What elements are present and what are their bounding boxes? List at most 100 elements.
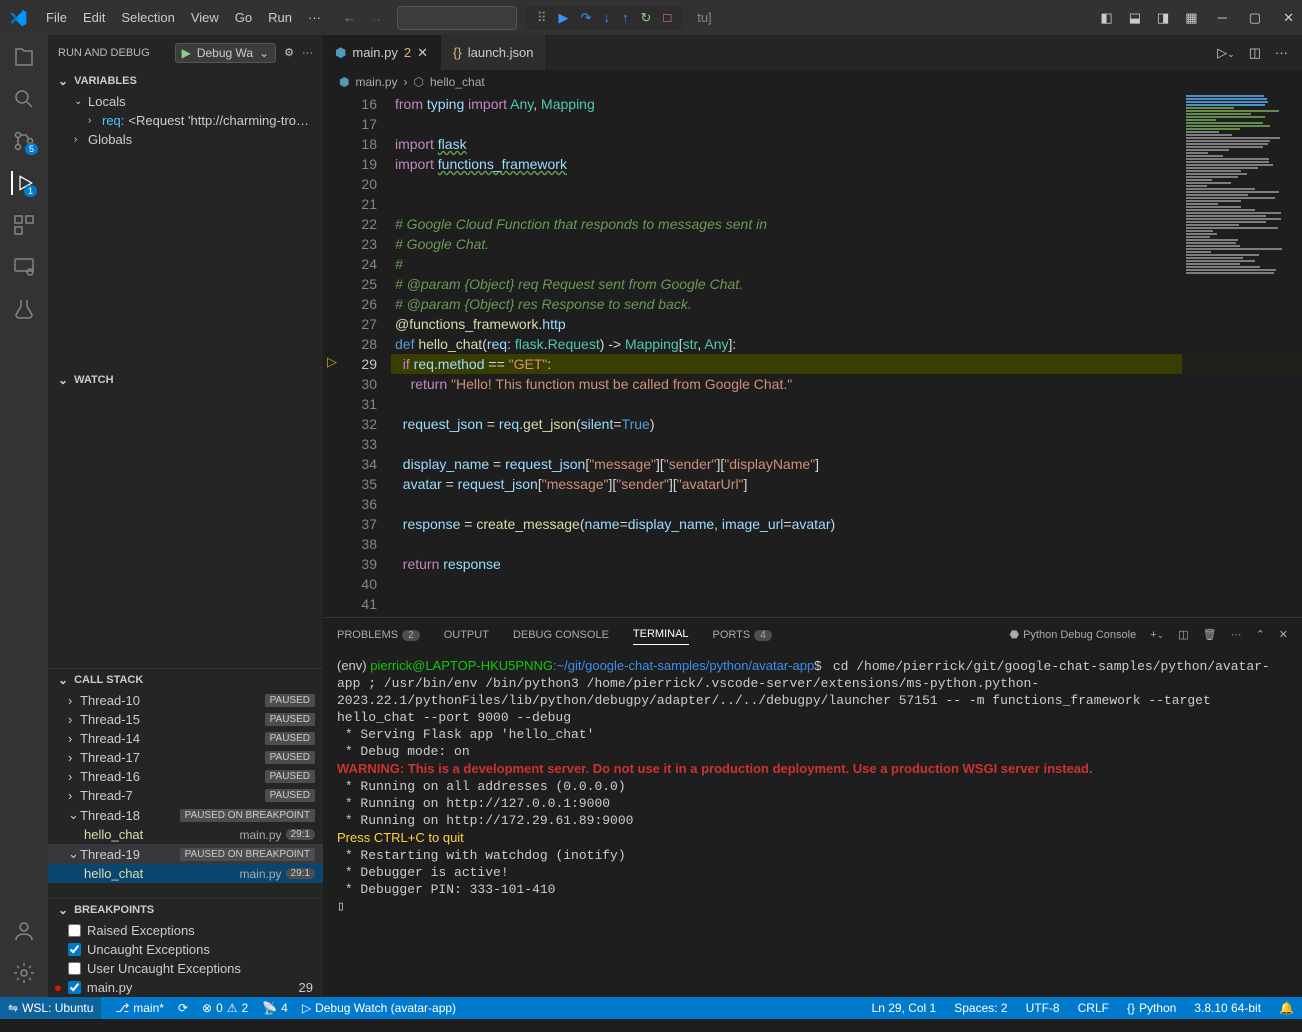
close-panel-icon[interactable]: ✕	[1279, 628, 1288, 641]
breadcrumb[interactable]: ⬢ main.py › ⬡ hello_chat	[323, 70, 1302, 94]
more-icon[interactable]: ···	[302, 47, 313, 59]
thread-row[interactable]: ›Thread-14PAUSED	[48, 729, 323, 748]
panel-tab-problems[interactable]: PROBLEMS2	[337, 625, 420, 645]
menu-edit[interactable]: Edit	[75, 10, 113, 25]
code-editor[interactable]: ▷ 16171819202122232425262728293031323334…	[323, 94, 1302, 617]
search-icon[interactable]	[12, 87, 36, 111]
layout-grid-icon[interactable]: ▦	[1185, 10, 1197, 26]
menu-run[interactable]: Run	[260, 10, 300, 25]
bp-checkbox[interactable]	[68, 962, 81, 975]
nav-back-icon[interactable]: ←	[343, 10, 356, 25]
tab-more-icon[interactable]: ···	[1275, 45, 1288, 60]
language-status[interactable]: {}Python	[1127, 1001, 1176, 1015]
sidebar-title: RUN AND DEBUG	[58, 47, 167, 59]
menu-view[interactable]: View	[183, 10, 227, 25]
breakpoints-section[interactable]: ⌄BREAKPOINTS	[48, 899, 323, 921]
vscode-logo-icon	[8, 8, 28, 28]
close-tab-icon[interactable]: ✕	[417, 45, 428, 61]
problems-status[interactable]: ⊗0 ⚠2	[202, 1001, 248, 1015]
accounts-icon[interactable]	[12, 919, 36, 943]
split-terminal-icon[interactable]: ◫	[1178, 628, 1188, 641]
step-out-icon[interactable]: ↑	[622, 10, 629, 25]
stack-frame[interactable]: hello_chatmain.py29:1	[48, 825, 323, 844]
panel-more-icon[interactable]: ···	[1231, 629, 1242, 641]
locals-scope[interactable]: ⌄Locals	[48, 92, 323, 111]
variable-row[interactable]: › req: <Request 'http://charming-tro…	[48, 111, 323, 130]
breakpoint-row[interactable]: User Uncaught Exceptions	[48, 959, 323, 978]
trash-icon[interactable]: 🗑	[1203, 628, 1217, 641]
layout-right-icon[interactable]: ◨	[1157, 10, 1169, 26]
thread-row[interactable]: ›Thread-15PAUSED	[48, 710, 323, 729]
bp-checkbox[interactable]	[68, 981, 81, 994]
thread-row[interactable]: ›Thread-10PAUSED	[48, 691, 323, 710]
editor-tab[interactable]: ⬢main.py2✕	[323, 35, 441, 70]
git-branch[interactable]: ⎇main*	[115, 1001, 164, 1015]
explorer-icon[interactable]	[12, 45, 36, 69]
thread-row[interactable]: ⌄Thread-19PAUSED ON BREAKPOINT	[48, 844, 323, 864]
debug-status[interactable]: ▷Debug Watch (avatar-app)	[302, 1001, 456, 1015]
thread-row[interactable]: ›Thread-17PAUSED	[48, 748, 323, 767]
interpreter-status[interactable]: 3.8.10 64-bit	[1194, 1001, 1261, 1015]
notifications-icon[interactable]: 🔔	[1279, 1001, 1294, 1015]
minimize-icon[interactable]: ─	[1218, 10, 1227, 26]
extensions-icon[interactable]	[12, 213, 36, 237]
breakpoint-row[interactable]: Uncaught Exceptions	[48, 940, 323, 959]
variables-section[interactable]: ⌄VARIABLES	[48, 70, 323, 92]
testing-icon[interactable]	[12, 297, 36, 321]
maximize-panel-icon[interactable]: ⌃	[1256, 628, 1265, 641]
layout-left-icon[interactable]: ◧	[1100, 10, 1112, 26]
thread-row[interactable]: ⌄Thread-18PAUSED ON BREAKPOINT	[48, 805, 323, 825]
breakpoint-row[interactable]: ●main.py29	[48, 978, 323, 997]
breakpoint-row[interactable]: Raised Exceptions	[48, 921, 323, 940]
menu-go[interactable]: Go	[227, 10, 260, 25]
panel-tab-terminal[interactable]: TERMINAL	[633, 624, 689, 645]
terminal[interactable]: (env) pierrick@LAPTOP-HKU5PNNG:~/git/goo…	[323, 651, 1302, 997]
stop-icon[interactable]: □	[663, 10, 671, 25]
cursor-position[interactable]: Ln 29, Col 1	[872, 1001, 937, 1015]
settings-gear-icon[interactable]	[12, 961, 36, 985]
encoding-status[interactable]: UTF-8	[1026, 1001, 1060, 1015]
watch-section[interactable]: ⌄WATCH	[48, 369, 323, 391]
callstack-section[interactable]: ⌄CALL STACK	[48, 669, 323, 691]
editor-area: ⬢main.py2✕{}launch.json ▷⌄ ◫ ··· ⬢ main.…	[323, 35, 1302, 997]
source-control-icon[interactable]: 5	[12, 129, 36, 153]
split-editor-icon[interactable]: ◫	[1249, 45, 1261, 61]
editor-tab[interactable]: {}launch.json	[441, 35, 546, 70]
thread-row[interactable]: ›Thread-16PAUSED	[48, 767, 323, 786]
close-window-icon[interactable]: ✕	[1283, 10, 1294, 26]
minimap[interactable]	[1182, 94, 1302, 617]
panel-tab-debug console[interactable]: DEBUG CONSOLE	[513, 625, 609, 645]
run-debug-icon[interactable]: 1	[11, 171, 35, 195]
panel-tab-output[interactable]: OUTPUT	[444, 625, 489, 645]
restart-icon[interactable]: ↻	[640, 10, 651, 26]
maximize-icon[interactable]: ▢	[1249, 10, 1261, 26]
status-bar: ⇋ WSL: Ubuntu ⎇main* ⟳ ⊗0 ⚠2 📡4 ▷Debug W…	[0, 997, 1302, 1019]
indent-status[interactable]: Spaces: 2	[954, 1001, 1007, 1015]
eol-status[interactable]: CRLF	[1078, 1001, 1109, 1015]
new-terminal-icon[interactable]: +⌄	[1150, 629, 1164, 641]
menu-selection[interactable]: Selection	[113, 10, 182, 25]
gear-icon[interactable]: ⚙	[284, 46, 294, 59]
debug-config-select[interactable]: ▶ Debug Wa ⌄	[175, 43, 277, 63]
continue-icon[interactable]: ▶	[559, 10, 569, 26]
command-center[interactable]	[397, 6, 517, 30]
globals-scope[interactable]: ›Globals	[48, 130, 323, 149]
run-play-icon[interactable]: ▷⌄	[1217, 45, 1235, 61]
git-sync[interactable]: ⟳	[178, 1001, 188, 1015]
step-over-icon[interactable]: ↷	[581, 10, 592, 26]
nav-fwd-icon[interactable]: →	[370, 10, 383, 25]
ports-status[interactable]: 📡4	[262, 1001, 288, 1015]
bp-checkbox[interactable]	[68, 943, 81, 956]
menu-file[interactable]: File	[38, 10, 75, 25]
thread-row[interactable]: ›Thread-7PAUSED	[48, 786, 323, 805]
remote-indicator[interactable]: ⇋ WSL: Ubuntu	[0, 997, 101, 1019]
stack-frame[interactable]: hello_chatmain.py29:1	[48, 864, 323, 883]
drag-handle-icon[interactable]: ⠿	[537, 10, 547, 26]
bp-checkbox[interactable]	[68, 924, 81, 937]
remote-explorer-icon[interactable]	[12, 255, 36, 279]
menu-more[interactable]: ···	[300, 10, 329, 25]
layout-bottom-icon[interactable]: ⬓	[1129, 10, 1141, 26]
step-into-icon[interactable]: ↓	[603, 10, 610, 25]
panel-tab-ports[interactable]: PORTS4	[713, 625, 772, 645]
terminal-kind-select[interactable]: ⬣ Python Debug Console	[1009, 628, 1136, 641]
